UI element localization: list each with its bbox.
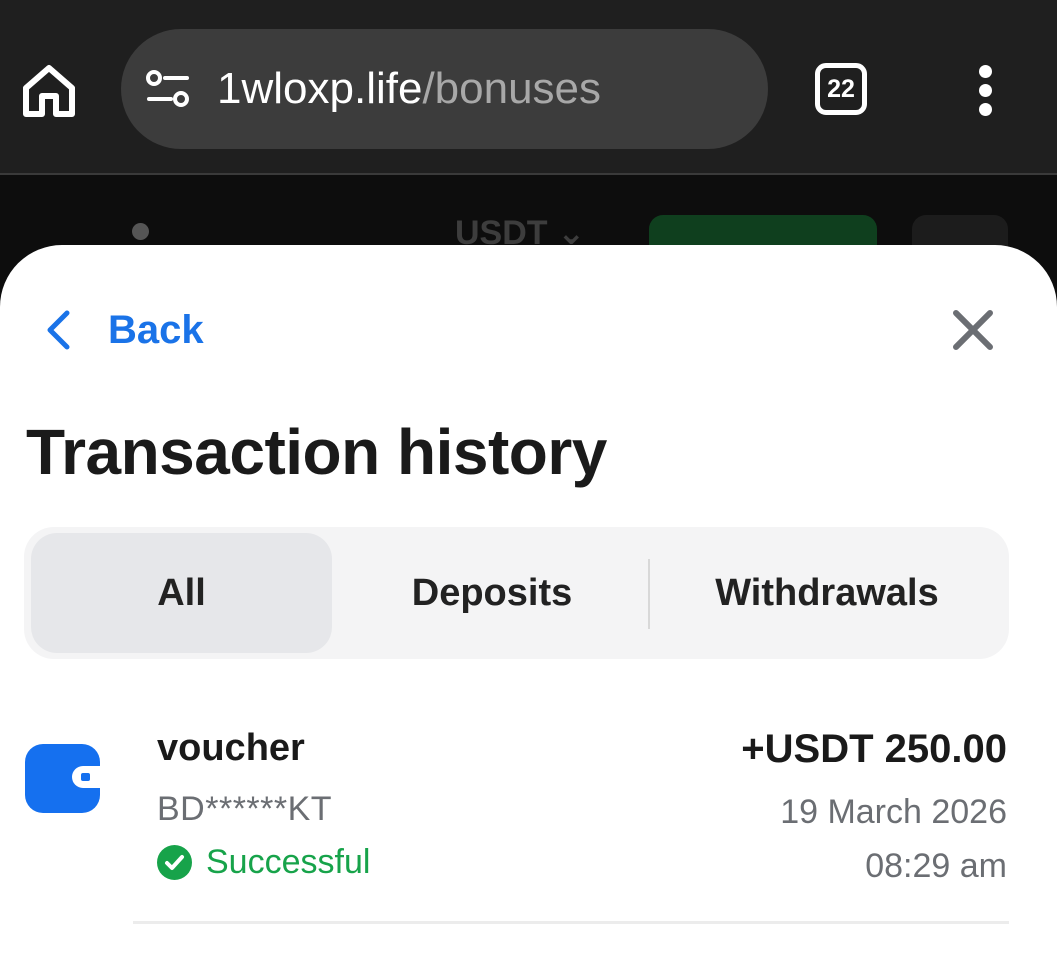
check-circle-icon <box>157 845 192 880</box>
home-icon[interactable] <box>20 62 78 120</box>
browser-toolbar: 1wloxp.life/bonuses 22 <box>0 0 1057 175</box>
background-dot <box>132 223 149 240</box>
tab-deposits[interactable]: Deposits <box>340 533 644 653</box>
tab-switcher-button[interactable]: 22 <box>815 63 867 115</box>
close-icon[interactable] <box>950 307 996 353</box>
url-path: /bonuses <box>422 64 602 113</box>
status-badge: Successful <box>157 843 370 882</box>
tab-withdrawals[interactable]: Withdrawals <box>652 533 1002 653</box>
transaction-amount: +USDT 250.00 <box>741 727 1007 771</box>
url-domain: 1wloxp.life <box>217 64 423 113</box>
row-divider <box>133 921 1009 924</box>
transaction-row[interactable]: voucher BD******KT Successful +USDT 250.… <box>0 705 1057 925</box>
back-label: Back <box>108 307 204 352</box>
transaction-date: 19 March 2026 <box>780 793 1007 831</box>
chevron-left-icon <box>47 310 70 350</box>
tab-divider <box>648 559 650 629</box>
site-settings-icon[interactable] <box>145 69 195 109</box>
transaction-filter-tabs: All Deposits Withdrawals <box>24 527 1009 659</box>
more-menu-icon[interactable] <box>970 62 1000 118</box>
page-title: Transaction history <box>26 416 607 488</box>
address-bar[interactable]: 1wloxp.life/bonuses <box>121 29 768 149</box>
status-label: Successful <box>206 843 371 881</box>
transaction-account: BD******KT <box>157 790 333 828</box>
transaction-name: voucher <box>157 727 305 769</box>
wallet-icon <box>25 744 100 813</box>
back-button[interactable]: Back <box>44 303 204 357</box>
transaction-time: 08:29 am <box>865 847 1007 885</box>
url-text[interactable]: 1wloxp.life/bonuses <box>217 62 601 116</box>
tab-all[interactable]: All <box>31 533 332 653</box>
transaction-history-sheet: Back Transaction history All Deposits Wi… <box>0 245 1057 965</box>
